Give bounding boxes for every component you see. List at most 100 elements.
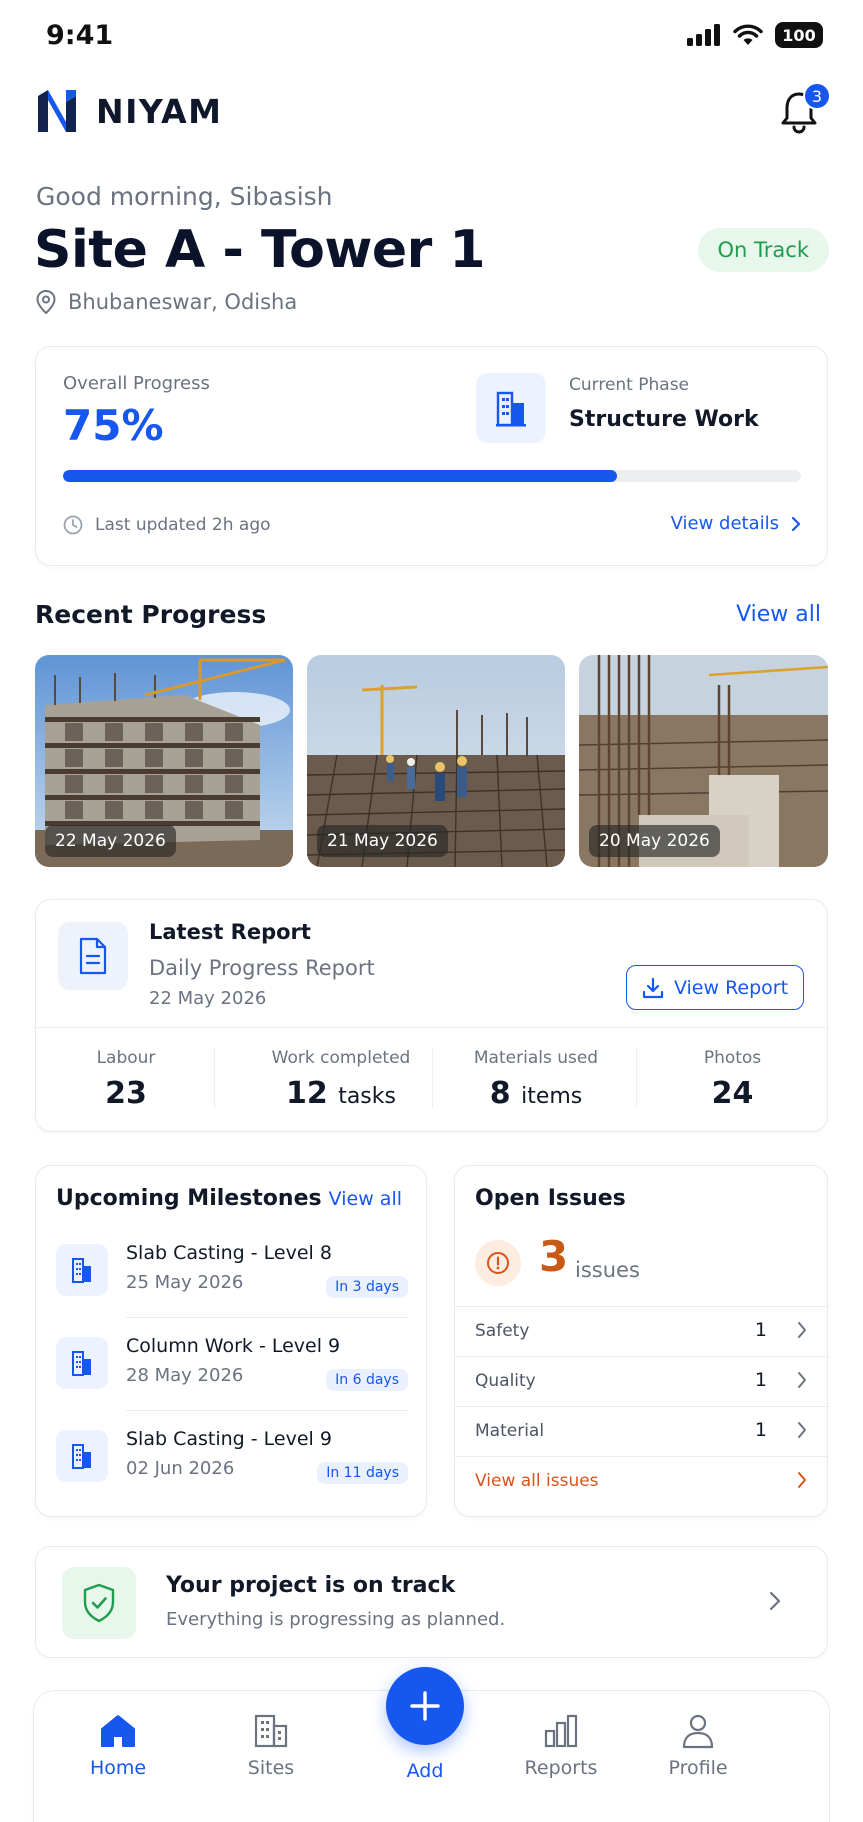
nav-reports-label: Reports [524, 1757, 598, 1779]
issue-row-safety[interactable]: Safety 1 [455, 1306, 829, 1356]
overall-progress-label: Overall Progress [63, 373, 210, 394]
report-date: 22 May 2026 [149, 988, 267, 1009]
brand-name: NIYAM [96, 91, 223, 131]
progress-photo[interactable]: 22 May 2026 [35, 655, 293, 867]
nav-reports[interactable]: Reports [501, 1713, 621, 1779]
issue-row-material[interactable]: Material 1 [455, 1406, 829, 1456]
notifications-button[interactable]: 3 [775, 82, 831, 136]
signal-icon [687, 24, 720, 46]
wifi-icon [733, 24, 763, 45]
view-details-link[interactable]: View details [671, 513, 801, 534]
milestones-view-all-link[interactable]: View all [329, 1188, 402, 1210]
download-icon [642, 977, 664, 998]
shield-check-icon [62, 1567, 136, 1639]
milestone-due-badge: In 3 days [326, 1276, 408, 1298]
open-issues-card: Open Issues 3 issues Safety 1 Quality 1 … [454, 1165, 829, 1517]
nav-add-label: Add [406, 1760, 444, 1782]
divider [126, 1410, 408, 1411]
plus-icon [410, 1691, 440, 1721]
milestone-due-badge: In 6 days [326, 1369, 408, 1391]
building-icon [56, 1244, 108, 1296]
milestone-due-badge: In 11 days [317, 1462, 408, 1484]
divider [432, 1048, 433, 1108]
status-badge: On Track [697, 228, 829, 272]
progress-card: Overall Progress 75% Current Phase Struc… [35, 346, 828, 566]
stat-label: Photos [703, 1048, 762, 1068]
brand-logo: NIYAM [36, 88, 223, 134]
upcoming-milestones-card: Upcoming Milestones View all Slab Castin… [35, 1165, 427, 1517]
issue-category-label: Material [475, 1421, 545, 1441]
view-report-label: View Report [673, 976, 789, 999]
milestone-item[interactable]: Slab Casting - Level 9 02 Jun 2026 In 11… [56, 1422, 408, 1506]
site-location: Bhubaneswar, Odisha [36, 290, 297, 314]
stat-value: 24 [711, 1076, 754, 1111]
milestone-title: Slab Casting - Level 8 [126, 1242, 332, 1264]
location-text: Bhubaneswar, Odisha [68, 290, 298, 314]
milestone-date: 28 May 2026 [126, 1365, 244, 1386]
stat-photos: Photos 24 [636, 1048, 829, 1111]
milestone-title: Column Work - Level 9 [126, 1335, 341, 1357]
banner-subtitle: Everything is progressing as planned. [166, 1609, 506, 1630]
bar-chart-icon [544, 1714, 578, 1748]
milestone-item[interactable]: Column Work - Level 9 28 May 2026 In 6 d… [56, 1329, 408, 1413]
progress-photo[interactable]: 20 May 2026 [579, 655, 828, 867]
view-report-button[interactable]: View Report [626, 965, 804, 1010]
milestone-date: 02 Jun 2026 [126, 1458, 235, 1479]
divider [214, 1048, 215, 1108]
last-updated-text: Last updated 2h ago [95, 515, 271, 535]
issue-category-count: 1 [754, 1419, 767, 1441]
banner-title: Your project is on track [166, 1573, 456, 1598]
open-issues-title: Open Issues [475, 1186, 626, 1211]
milestone-title: Slab Casting - Level 9 [126, 1428, 332, 1450]
stat-label: Work completed [271, 1048, 411, 1068]
clock-icon [63, 515, 83, 535]
chevron-right-icon [791, 516, 801, 531]
issue-row-quality[interactable]: Quality 1 [455, 1356, 829, 1406]
milestone-date: 25 May 2026 [126, 1272, 244, 1293]
greeting-text: Good morning, Sibasish [36, 182, 333, 211]
current-phase-label: Current Phase [569, 375, 690, 395]
nav-sites[interactable]: Sites [211, 1713, 331, 1779]
milestones-title: Upcoming Milestones [56, 1186, 322, 1211]
view-all-issues-label: View all issues [475, 1471, 599, 1491]
stat-work-completed: Work completed 12 tasks [216, 1048, 466, 1111]
recent-progress-title: Recent Progress [35, 600, 267, 629]
divider [36, 1027, 827, 1028]
chevron-right-icon [769, 1591, 781, 1611]
building-icon [56, 1430, 108, 1482]
chevron-right-icon [798, 1322, 806, 1338]
location-pin-icon [36, 290, 56, 314]
stat-materials-used: Materials used 8 items [436, 1048, 636, 1111]
issue-category-count: 1 [754, 1369, 767, 1391]
latest-report-title: Latest Report [149, 920, 311, 944]
issue-category-count: 1 [754, 1319, 767, 1341]
last-updated: Last updated 2h ago [63, 515, 271, 535]
view-all-issues-link[interactable]: View all issues [455, 1456, 829, 1516]
stat-value: 8 items [489, 1076, 583, 1111]
milestone-item[interactable]: Slab Casting - Level 8 25 May 2026 In 3 … [56, 1236, 408, 1320]
add-button[interactable] [386, 1667, 464, 1745]
issues-count: 3 [539, 1232, 569, 1281]
divider [126, 1317, 408, 1318]
notification-count-badge: 3 [803, 82, 831, 110]
nav-profile[interactable]: Profile [638, 1713, 758, 1779]
project-status-banner[interactable]: Your project is on track Everything is p… [35, 1546, 828, 1658]
recent-view-all-link[interactable]: View all [736, 602, 821, 627]
chevron-right-icon [798, 1422, 806, 1438]
stat-label: Labour [96, 1048, 156, 1068]
issue-category-label: Safety [475, 1321, 530, 1341]
nav-home[interactable]: Home [58, 1713, 178, 1779]
issue-category-label: Quality [475, 1371, 536, 1391]
nav-home-label: Home [89, 1757, 147, 1779]
user-icon [682, 1714, 714, 1749]
overall-progress-value: 75% [63, 401, 164, 450]
current-phase-value: Structure Work [569, 407, 759, 432]
building-icon [254, 1714, 288, 1748]
building-icon [56, 1337, 108, 1389]
progress-bar-fill [63, 470, 617, 482]
nav-sites-label: Sites [247, 1757, 295, 1779]
battery-icon: 100 [775, 22, 823, 48]
alert-icon [475, 1240, 521, 1286]
progress-photo[interactable]: 21 May 2026 [307, 655, 565, 867]
stat-labour: Labour 23 [36, 1048, 216, 1111]
